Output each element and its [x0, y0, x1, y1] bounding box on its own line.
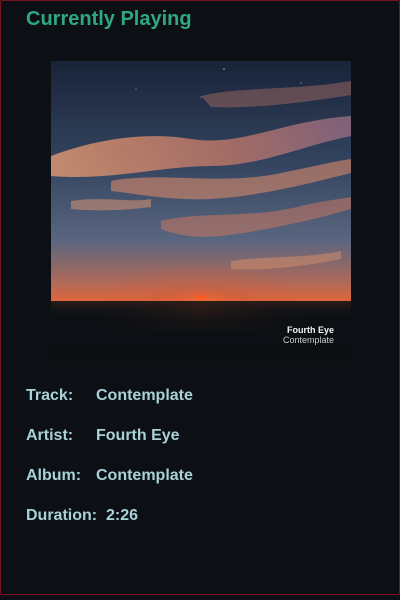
album-value: Contemplate — [96, 467, 193, 484]
track-value: Contemplate — [96, 387, 193, 404]
page-title: Currently Playing — [26, 8, 192, 30]
album-cover-album-text: Contemplate — [282, 335, 334, 345]
artist-label: Artist: — [26, 427, 74, 444]
artist-row: Artist: Fourth Eye — [26, 426, 180, 446]
duration-row: Duration: 2:26 — [26, 506, 138, 526]
duration-label: Duration: — [26, 507, 98, 524]
album-cover-artist-text: Fourth Eye — [286, 325, 334, 335]
album-label: Album: — [26, 467, 82, 484]
track-row: Track: Contemplate — [26, 386, 193, 406]
album-cover-caption: Fourth Eye Contemplate — [283, 325, 334, 345]
album-cover-image: Fourth Eye Contemplate — [51, 61, 351, 361]
now-playing-panel: Currently Playing Fourth Eye Contemplate… — [0, 0, 400, 595]
artist-value: Fourth Eye — [96, 427, 180, 444]
duration-value: 2:26 — [106, 507, 139, 524]
track-label: Track: — [26, 387, 74, 404]
album-row: Album: Contemplate — [26, 466, 193, 486]
